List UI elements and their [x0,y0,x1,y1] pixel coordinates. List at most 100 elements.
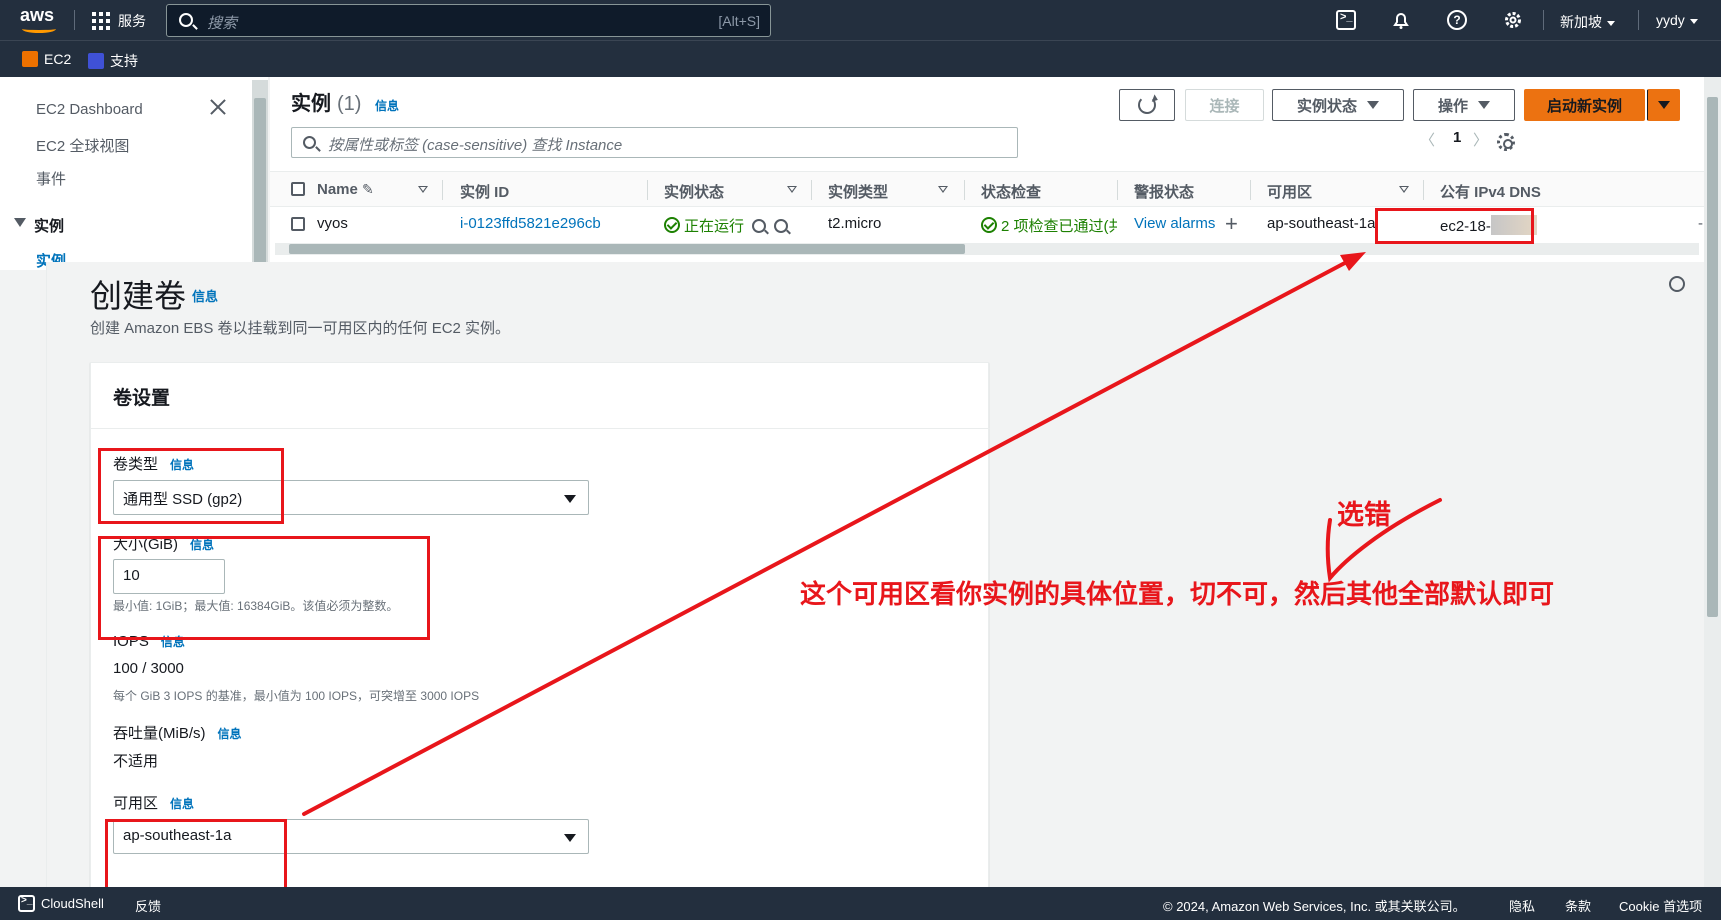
pencil-icon: ✎ [362,181,374,197]
page-vertical-scrollbar[interactable] [1704,77,1721,887]
refresh-button[interactable] [1119,89,1175,121]
support-service-icon [88,53,104,69]
throughput-value: 不适用 [113,753,159,770]
copyright-text: © 2024, Amazon Web Services, Inc. 或其关联公司… [1163,899,1466,914]
info-link[interactable]: 信息 [218,727,242,741]
instances-table-header: Name ✎ 实例 ID 实例状态 实例类型 状态检查 警报状态 可用区 公有 … [270,171,1704,207]
filter-placeholder: 按属性或标签 (case-sensitive) 查找 Instance [328,137,623,154]
sort-icon[interactable] [1399,186,1409,193]
instances-title: 实例 (1) 信息 [291,87,399,116]
table-horizontal-scrollbar[interactable] [275,243,1699,255]
column-divider [1423,180,1424,200]
throughput-label: 吞吐量(MiB/s) 信息 [113,725,242,742]
instance-filter-input[interactable]: 按属性或标签 (case-sensitive) 查找 Instance [291,127,1018,158]
search-icon [179,13,193,27]
zoom-out-icon[interactable] [774,219,789,233]
footer: CloudShell 反馈 © 2024, Amazon Web Service… [0,887,1721,920]
bell-icon[interactable] [1391,10,1411,30]
favorite-support[interactable]: 支持 [88,51,138,71]
page-number[interactable]: 1 [1453,129,1461,146]
help-icon[interactable]: ? [1447,10,1467,30]
check-circle-icon [664,217,680,233]
card-header: 卷设置 [91,363,990,429]
info-link[interactable]: 信息 [170,797,194,811]
launch-dropdown-button[interactable] [1647,89,1680,121]
instance-id-link[interactable]: i-0123ffd5821e296cb [460,215,601,232]
column-header-id[interactable]: 实例 ID [460,181,509,202]
cloudshell-icon[interactable] [18,895,35,912]
sidebar-item-global-view[interactable]: EC2 全球视图 [36,135,129,156]
privacy-link[interactable]: 隐私 [1509,896,1535,915]
launch-instance-button[interactable]: 启动新实例 [1524,89,1645,121]
add-alarm-icon[interactable]: + [1225,211,1238,237]
create-volume-title: 创建卷 信息 [90,278,219,314]
favorite-ec2[interactable]: EC2 [22,51,71,67]
prev-page-button[interactable]: 〈 [1420,129,1435,150]
column-header-status-check[interactable]: 状态检查 [981,181,1041,202]
column-header-alarms[interactable]: 警报状态 [1134,181,1194,202]
search-placeholder: 搜索 [207,15,238,32]
nav-divider [74,10,75,30]
connect-button[interactable]: 连接 [1185,89,1264,121]
column-header-type[interactable]: 实例类型 [828,181,888,202]
row-checkbox[interactable] [291,217,305,231]
cloudshell-link[interactable]: CloudShell [41,896,104,911]
close-icon[interactable] [208,97,228,117]
favorites-bar: EC2 支持 [0,40,1721,77]
collapse-caret-icon[interactable] [14,218,26,227]
column-header-name[interactable]: Name ✎ [317,181,374,198]
sidebar-item-dashboard[interactable]: EC2 Dashboard [36,101,143,118]
terms-link[interactable]: 条款 [1565,896,1591,915]
sort-icon[interactable] [938,186,948,193]
global-search-input[interactable]: 搜索 [Alt+S] [166,4,771,37]
account-menu[interactable]: yydy [1656,12,1698,28]
actions-button[interactable]: 操作 [1413,89,1515,121]
column-divider [811,180,812,200]
instance-state-label: 实例状态 [1296,97,1357,115]
column-header-az[interactable]: 可用区 [1267,181,1312,202]
annotation-highlight-size [98,536,430,640]
help-panel-icon[interactable] [1669,276,1685,292]
instance-state-button[interactable]: 实例状态 [1272,89,1404,121]
sidebar-item-events[interactable]: 事件 [36,168,66,189]
cloudshell-icon[interactable] [1336,10,1356,30]
view-alarms-link[interactable]: View alarms [1134,215,1215,232]
chevron-down-icon [1689,18,1698,24]
services-menu-button[interactable]: 服务 [92,11,146,31]
select-all-checkbox[interactable] [291,182,305,196]
iops-value: 100 / 3000 [113,660,184,677]
chevron-down-icon [1657,101,1670,109]
annotation-wrong-label: 选错 [1337,500,1391,531]
region-selector[interactable]: 新加坡 [1560,12,1615,32]
create-volume-description: 创建 Amazon EBS 卷以挂载到同一可用区内的任何 EC2 实例。 [90,320,511,337]
chevron-down-icon [1607,20,1615,26]
settings-gear-icon[interactable] [1503,10,1523,30]
info-link[interactable]: 信息 [192,289,218,304]
cookie-preferences-link[interactable]: Cookie 首选项 [1619,896,1702,915]
column-divider [442,180,443,200]
aws-logo[interactable]: aws [20,6,58,34]
sidebar-scrollbar[interactable] [252,80,268,270]
sidebar: EC2 Dashboard EC2 全球视图 事件 实例 实例 [0,77,268,270]
sort-icon[interactable] [418,186,428,193]
column-header-dns[interactable]: 公有 IPv4 DNS [1440,181,1541,202]
column-header-state[interactable]: 实例状态 [664,181,724,202]
feedback-link[interactable]: 反馈 [135,896,161,915]
chevron-down-icon [564,495,576,503]
sort-icon[interactable] [787,186,797,193]
search-icon [303,136,316,149]
instance-count: (1) [337,93,362,115]
zoom-in-icon[interactable] [752,219,767,233]
page-title: 实例 [291,93,331,115]
favorite-ec2-label: EC2 [44,51,72,67]
next-page-button[interactable]: 〉 [1473,129,1488,150]
info-link[interactable]: 信息 [375,99,399,113]
search-shortcut: [Alt+S] [718,13,760,29]
sidebar-section-instances[interactable]: 实例 [34,215,64,236]
table-settings-gear-icon[interactable] [1497,133,1515,151]
chevron-down-icon [1367,101,1379,109]
refresh-icon [1138,96,1156,114]
annotation-highlight-volume-type [98,448,284,524]
actions-label: 操作 [1437,97,1468,115]
annotation-highlight-instance-az [1375,208,1534,244]
